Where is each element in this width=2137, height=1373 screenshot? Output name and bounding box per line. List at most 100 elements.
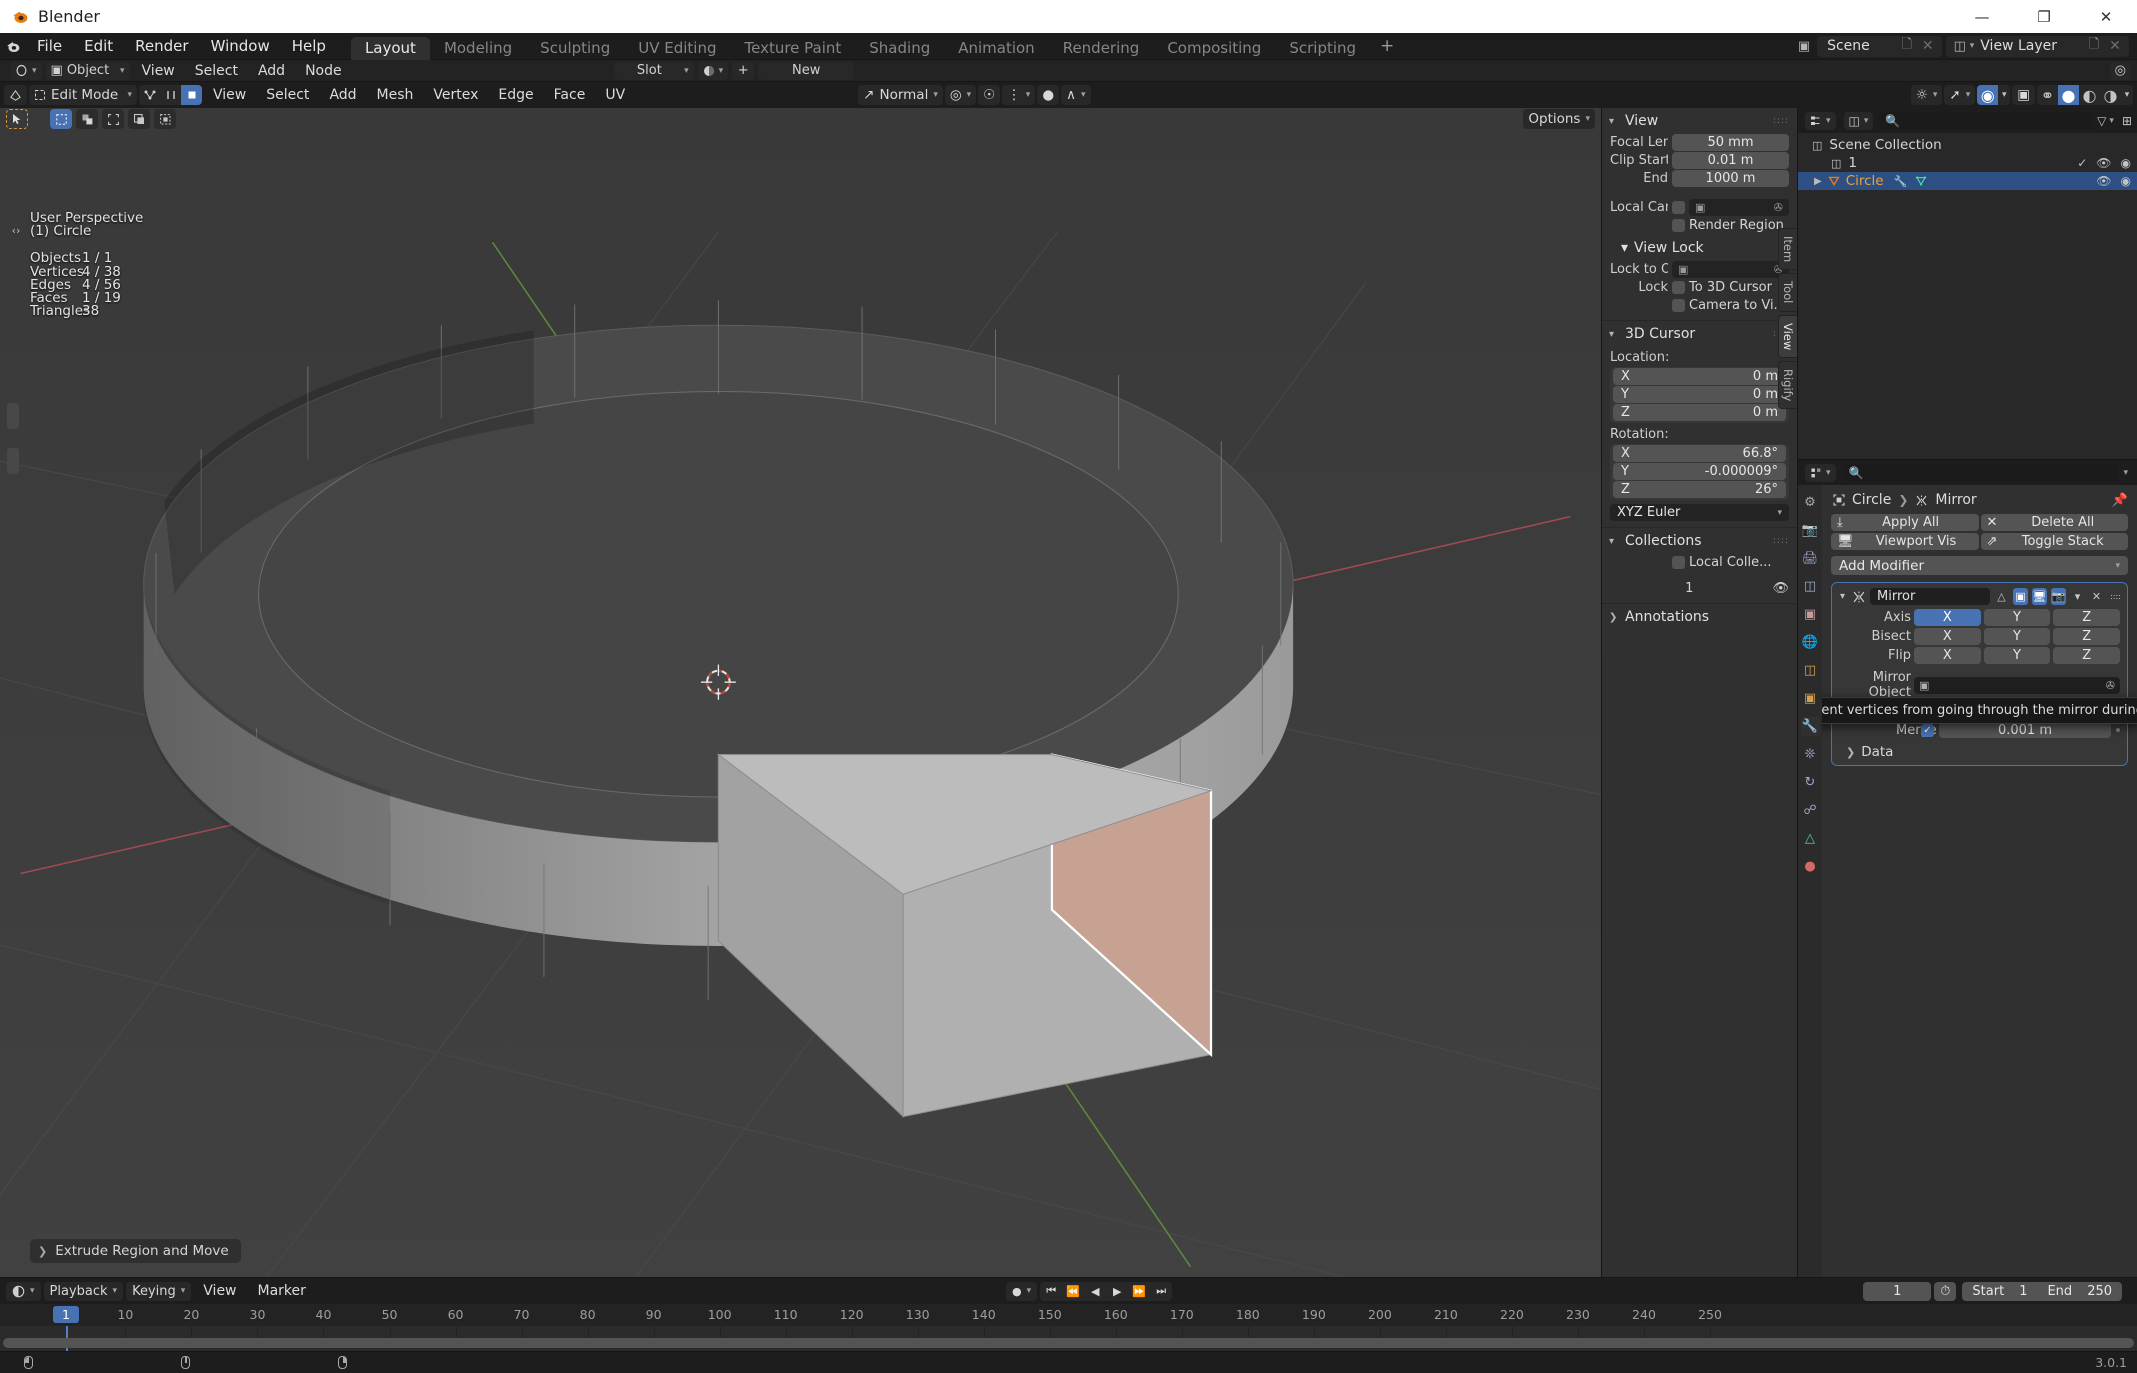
proportional-editing-toggle[interactable]: ● xyxy=(1037,85,1060,105)
properties-tab-constraints[interactable]: ☍ xyxy=(1801,801,1820,820)
axis-x-button[interactable]: X xyxy=(1914,609,1981,626)
modifier-drag-grip-icon[interactable]: :::: xyxy=(2108,588,2123,605)
local-camera-checkbox[interactable] xyxy=(1672,201,1685,214)
region-toggle-arrows[interactable]: ‹› xyxy=(6,220,26,240)
camera-to-view-checkbox[interactable] xyxy=(1672,299,1685,312)
n-panel-tab-tool[interactable]: Tool xyxy=(1778,273,1797,312)
properties-tab-particles[interactable]: ❊ xyxy=(1801,745,1820,764)
xray-toggle[interactable]: ▣ xyxy=(2012,85,2035,105)
merge-checkbox[interactable]: ✓ xyxy=(1921,723,1934,737)
menu-window[interactable]: Window xyxy=(200,33,281,60)
rotation-mode-dropdown[interactable]: XYZ Euler ▾ xyxy=(1610,504,1789,521)
collection-item-row[interactable]: 1 👁 xyxy=(1610,580,1789,597)
new-scene-icon[interactable]: 🗋 xyxy=(1896,35,1918,57)
workspace-tab-texture-paint[interactable]: Texture Paint xyxy=(730,37,855,60)
viewport-menu-face[interactable]: Face xyxy=(545,82,595,108)
current-frame-field[interactable]: 1 xyxy=(1863,1281,1932,1301)
maximize-button[interactable]: ❐ xyxy=(2013,0,2075,33)
npanel-section-3d-cursor[interactable]: ▾ 3D Cursor :::: xyxy=(1602,321,1797,346)
properties-tab-render[interactable]: 📷 xyxy=(1801,521,1820,540)
timeline-menu-marker[interactable]: Marker xyxy=(249,1278,315,1304)
outliner-row-collection-1[interactable]: ◫ 1 ✓ 👁 ◉ xyxy=(1798,154,2137,172)
properties-tab-modifier[interactable]: 🔧 xyxy=(1800,717,1820,736)
outliner-editor-type-button[interactable]: ▾ xyxy=(1805,111,1836,130)
operator-redo-panel[interactable]: ❯ Extrude Region and Move xyxy=(30,1239,241,1263)
flip-y-button[interactable]: Y xyxy=(1983,647,2051,664)
jump-to-end-icon[interactable]: ⏭ xyxy=(1150,1282,1172,1301)
jump-to-start-icon[interactable]: ⏮ xyxy=(1040,1282,1062,1301)
rendered-shading-icon[interactable]: ◑ xyxy=(2100,85,2121,105)
previous-keyframe-icon[interactable]: ⏪ xyxy=(1062,1282,1084,1301)
npanel-section-collections[interactable]: ▾ Collections :::: xyxy=(1602,528,1797,553)
delete-scene-icon[interactable]: ✕ xyxy=(1918,38,1938,54)
menu-edit[interactable]: Edit xyxy=(73,33,124,60)
delete-view-layer-icon[interactable]: ✕ xyxy=(2105,38,2125,54)
lock-to-object-field[interactable]: ▣ ✇ xyxy=(1672,261,1789,278)
n-panel-tab-item[interactable]: Item xyxy=(1778,228,1797,271)
on-cage-icon[interactable]: ▣ xyxy=(2013,588,2028,605)
minimize-button[interactable]: — xyxy=(1951,0,2013,33)
material-preview-shading-icon[interactable]: ◐ xyxy=(2079,85,2100,105)
node-menu-select[interactable]: Select xyxy=(185,60,248,82)
menu-help[interactable]: Help xyxy=(281,33,337,60)
interaction-mode-selector[interactable]: Edit Mode ▾ xyxy=(29,85,137,105)
render-region-checkbox[interactable] xyxy=(1672,219,1685,232)
viewport-canvas[interactable] xyxy=(0,108,1601,1277)
timeline-horizontal-scrollbar[interactable] xyxy=(3,1338,2134,1348)
cursor-location-x-field[interactable]: X 0 m xyxy=(1613,368,1786,385)
edit-mode-display-icon[interactable]: △ xyxy=(1994,588,2009,605)
bisect-y-button[interactable]: Y xyxy=(1983,628,2051,645)
bisect-z-button[interactable]: Z xyxy=(2053,628,2121,645)
collection-checkbox-icon[interactable]: ✓ xyxy=(2077,156,2087,170)
outliner-search-input[interactable]: 🔍 xyxy=(1879,111,2094,130)
workspace-tab-rendering[interactable]: Rendering xyxy=(1049,37,1154,60)
shading-chevron-down-icon[interactable]: ▾ xyxy=(2121,85,2133,105)
modifier-wrench-icon[interactable]: 🔧 xyxy=(1894,175,1908,188)
properties-editor-type-button[interactable]: ▾ xyxy=(1805,463,1836,482)
node-menu-view[interactable]: View xyxy=(132,60,185,82)
modifier-extras-chevron-down-icon[interactable]: ▾ xyxy=(2070,588,2085,605)
add-modifier-dropdown[interactable]: Add Modifier ▾ xyxy=(1831,556,2128,575)
pin-id-icon[interactable]: 📌 xyxy=(2112,493,2128,508)
node-menu-node[interactable]: Node xyxy=(295,60,352,82)
next-keyframe-icon[interactable]: ⏩ xyxy=(1128,1282,1150,1301)
properties-tab-world[interactable]: 🌐 xyxy=(1801,633,1820,652)
viewport-menu-mesh[interactable]: Mesh xyxy=(368,82,423,108)
workspace-tab-animation[interactable]: Animation xyxy=(944,37,1048,60)
timeline-body[interactable] xyxy=(0,1326,2137,1351)
delete-all-button[interactable]: ✕ Delete All xyxy=(1980,514,2128,531)
vertex-select-mode-icon[interactable] xyxy=(139,85,160,105)
timeline-editor-type-button[interactable]: ▾ xyxy=(6,1281,41,1301)
mirror-object-field[interactable]: ▣ ✇ xyxy=(1914,676,2120,694)
workspace-tab-shading[interactable]: Shading xyxy=(855,37,944,60)
scene-selector[interactable]: Scene 🗋 ✕ xyxy=(1817,35,1942,57)
workspace-tab-compositing[interactable]: Compositing xyxy=(1153,37,1275,60)
edge-select-mode-icon[interactable] xyxy=(160,85,181,105)
realtime-display-icon[interactable]: 🖥 xyxy=(2032,588,2047,605)
node-menu-add[interactable]: Add xyxy=(248,60,295,82)
new-material-button[interactable]: New xyxy=(758,61,855,80)
menu-render[interactable]: Render xyxy=(124,33,199,60)
current-frame-indicator[interactable]: 1 xyxy=(53,1306,79,1323)
keying-menu[interactable]: Keying ▾ xyxy=(126,1281,192,1301)
outliner-new-collection-icon[interactable]: ⊞ xyxy=(2122,114,2132,128)
slot-selector[interactable]: Slot ▾ xyxy=(613,61,694,80)
transform-orientation-selector[interactable]: ↗ Normal ▾ xyxy=(858,85,943,105)
workspace-tab-modeling[interactable]: Modeling xyxy=(430,37,526,60)
overlays-toggle-icon[interactable]: ◉ xyxy=(1977,85,1999,105)
n-panel-tab-rigify[interactable]: Rigify xyxy=(1778,360,1797,410)
properties-tab-view-layer[interactable]: ◫ xyxy=(1801,577,1820,596)
menu-file[interactable]: File xyxy=(26,33,73,60)
select-intersect-tool-icon[interactable] xyxy=(128,109,150,129)
node-overlay-toggle[interactable]: ◎ xyxy=(2109,61,2131,80)
n-panel-tab-view[interactable]: View xyxy=(1778,314,1797,358)
gizmo-selector[interactable]: ➚ ▾ xyxy=(1944,85,1976,105)
object-camera-icon[interactable]: ◉ xyxy=(2121,174,2131,188)
select-box-tool-icon[interactable] xyxy=(50,109,72,129)
viewport-menu-edge[interactable]: Edge xyxy=(489,82,542,108)
3d-viewport[interactable]: Options ▾ ‹› User Perspective (1) Circle… xyxy=(0,108,1601,1277)
cursor-location-y-field[interactable]: Y 0 m xyxy=(1613,386,1786,403)
axis-y-button[interactable]: Y xyxy=(1983,609,2051,626)
apply-all-button[interactable]: ⤓ Apply All xyxy=(1831,514,1979,531)
new-view-layer-icon[interactable]: 🗋 xyxy=(2083,35,2105,57)
